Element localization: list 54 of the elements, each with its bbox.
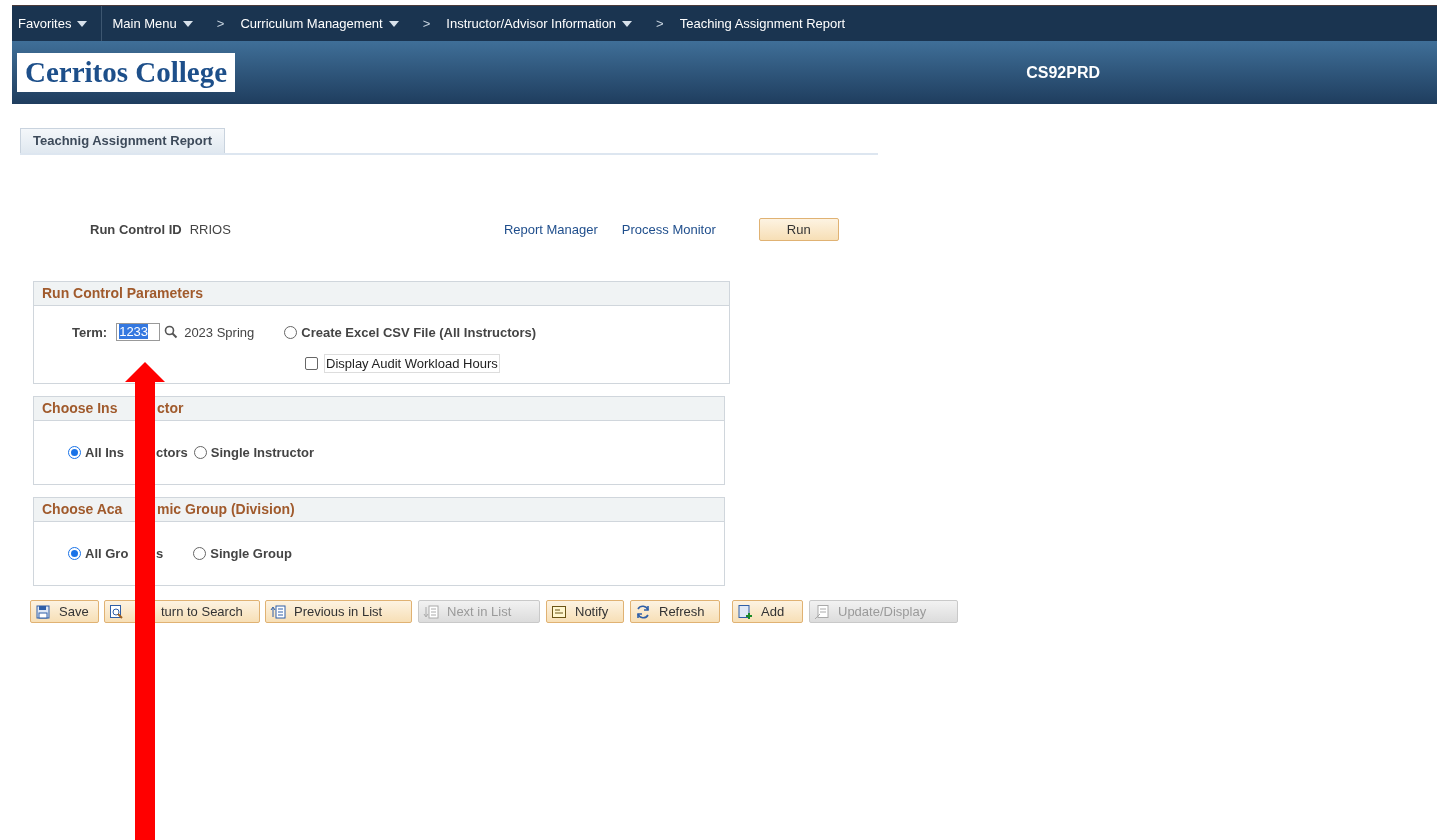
dropdown-caret-icon xyxy=(622,20,633,27)
group-box-title: mic Group (Division) xyxy=(157,501,295,517)
radio-label: All Ins xyxy=(85,445,124,460)
term-description: 2023 Spring xyxy=(184,324,255,340)
page-tab[interactable]: Teachnig Assignment Report xyxy=(20,128,226,153)
nav-menu-item[interactable]: Teaching Assignment Report xyxy=(669,6,856,41)
radio-label: All Gro xyxy=(85,546,129,561)
group-box-title: ctor xyxy=(157,400,184,416)
toolbar-button[interactable]: Save xyxy=(30,600,99,623)
radio-button[interactable] xyxy=(68,547,81,560)
nav-menu-item[interactable]: Instructor/Advisor Information xyxy=(436,6,643,41)
dropdown-caret-icon xyxy=(77,20,88,27)
search-icon[interactable] xyxy=(164,325,179,339)
college-logo: Cerritos College xyxy=(17,52,236,93)
list-down-arrow-icon xyxy=(423,603,439,620)
toolbar-button[interactable]: Notify xyxy=(546,600,624,623)
group-box-title: Choose Aca xyxy=(42,501,123,517)
report-manager-link[interactable]: Report Manager xyxy=(503,221,598,237)
note-icon xyxy=(551,603,567,620)
database-name: CS92PRD xyxy=(1026,63,1100,82)
radio-button[interactable] xyxy=(193,547,207,560)
radio-label: ctors xyxy=(156,445,188,460)
radio-label: Single Group xyxy=(210,546,292,561)
term-label: Term: xyxy=(72,324,108,340)
run-control-value: RRIOS xyxy=(189,221,231,237)
run-control-label: Run Control ID xyxy=(90,221,182,237)
toolbar-button[interactable]: Previous in List xyxy=(265,600,412,623)
toolbar-button[interactable]: Add xyxy=(732,600,803,623)
radio-label: s xyxy=(156,546,164,561)
process-monitor-link[interactable]: Process Monitor xyxy=(621,221,716,237)
page-pencil-icon xyxy=(814,603,830,620)
group-box-title: Run Control Parameters xyxy=(42,285,204,301)
dropdown-caret-icon xyxy=(388,20,399,27)
checkbox[interactable] xyxy=(305,357,318,370)
refresh-icon xyxy=(635,603,651,620)
nav-menu-item[interactable]: Curriculum Management xyxy=(230,6,409,41)
breadcrumb-chevron: > xyxy=(655,16,665,31)
radio-label: Create Excel CSV File (All Instructors) xyxy=(301,324,537,340)
run-button[interactable]: Run xyxy=(758,217,839,241)
radio-button[interactable] xyxy=(193,446,207,459)
group-box-title: Choose Ins xyxy=(42,400,118,416)
list-up-arrow-icon xyxy=(270,603,286,620)
term-input-field[interactable]: 1233 xyxy=(116,323,161,341)
toolbar-button[interactable]: Refresh xyxy=(630,600,720,623)
radio-button[interactable] xyxy=(284,325,298,339)
checkbox-label: Display Audit Workload Hours xyxy=(324,354,500,373)
page-plus-icon xyxy=(737,603,753,620)
dropdown-caret-icon xyxy=(182,20,193,27)
breadcrumb-chevron: > xyxy=(421,16,432,31)
radio-button[interactable] xyxy=(68,446,81,459)
radio-label: Single Instructor xyxy=(210,445,315,460)
nav-menu-item[interactable]: Main Menu xyxy=(102,6,203,41)
search-page-icon xyxy=(109,603,125,620)
breadcrumb-chevron: > xyxy=(215,16,226,31)
